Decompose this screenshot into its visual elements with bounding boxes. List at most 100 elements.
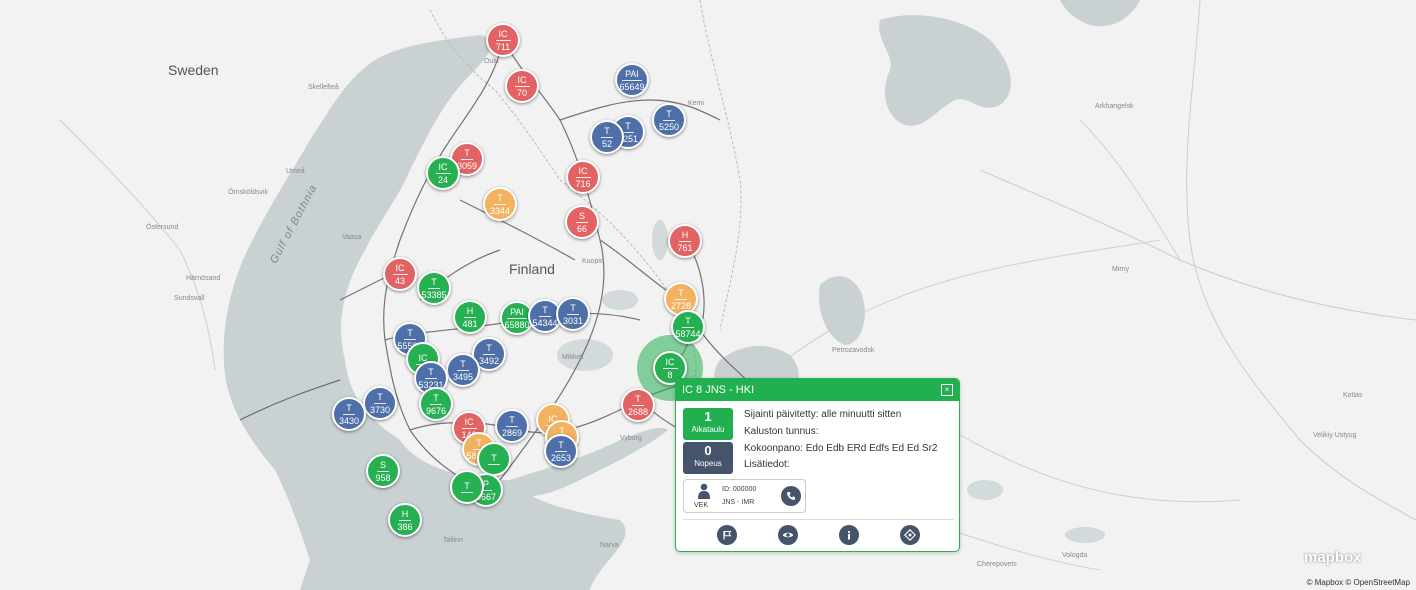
train-type: T [374,392,386,404]
train-marker[interactable]: H 761 [668,224,702,258]
phone-icon[interactable] [781,486,801,506]
crew-role: VEK [694,502,709,509]
train-type: T [506,415,518,427]
train-marker[interactable]: T 9676 [419,387,453,421]
train-number: 2653 [550,452,572,463]
train-number: 53385 [421,289,447,300]
train-number: 386 [397,521,413,532]
train-type: IC [392,263,408,275]
train-number: 711 [495,41,511,52]
train-type: S [575,211,588,223]
train-type: H [463,306,477,318]
train-marker[interactable]: IC 43 [383,257,417,291]
train-marker[interactable]: T 3430 [332,397,366,431]
train-marker[interactable]: H 386 [388,503,422,537]
train-number: 65649 [619,81,645,92]
train-marker[interactable]: S 958 [366,454,400,488]
train-number: 5250 [658,121,680,132]
city-label-ostersund: Östersund [146,224,179,231]
train-number: 3495 [452,371,474,382]
map-canvas[interactable]: Sweden Finland Gulf of Bothnia Oulu Skel… [0,0,1416,590]
map-attribution[interactable]: © Mapbox © OpenStreetMap [1307,578,1410,587]
train-marker[interactable]: IC 70 [505,69,539,103]
info-icon[interactable] [839,525,859,545]
train-marker[interactable]: S 66 [565,205,599,239]
schedule-value: 1 [704,409,712,424]
train-marker[interactable]: T [450,470,484,504]
country-label-finland: Finland [509,261,555,277]
train-type: T [461,148,473,160]
train-type: PAI [507,307,527,319]
train-type: IC [575,166,591,178]
train-marker[interactable]: T 3344 [483,187,517,221]
city-label-kotlas: Kotlas [1343,392,1363,399]
train-number: 58744 [675,328,701,339]
train-number: 3031 [562,315,584,326]
train-number: 9676 [425,405,447,416]
train-number: 2728 [670,300,692,311]
eye-icon[interactable] [778,525,798,545]
train-marker[interactable]: T [477,442,511,476]
train-number: 3059 [456,160,478,171]
train-number: 3492 [478,355,500,366]
train-number: 2688 [627,406,649,417]
city-label-tallinn: Tallinn [443,537,463,544]
train-number: 52 [601,138,612,149]
train-type: H [678,230,692,242]
train-marker[interactable]: T 2688 [621,388,655,422]
train-marker[interactable]: T 2869 [495,409,529,443]
speed-badge: 0 Nopeus [683,442,733,474]
train-marker[interactable]: IC 711 [486,23,520,57]
train-marker[interactable]: PAI 65649 [615,63,649,97]
city-label-vologda: Vologda [1062,552,1088,559]
flag-icon[interactable] [717,525,737,545]
train-type: IC [495,29,511,41]
train-type: T [567,303,579,315]
train-marker[interactable]: T 3495 [446,353,480,387]
train-type: IC [435,162,451,174]
train-marker[interactable]: IC 24 [426,156,460,190]
train-marker[interactable]: T 53385 [417,271,451,305]
mapbox-logo[interactable]: mapbox [1304,549,1362,566]
train-type: T [675,288,687,300]
close-icon[interactable]: × [941,384,953,396]
train-type: T [430,393,442,405]
crew-id: ID: 000000 [722,486,757,493]
city-label-vyborg: Vyborg [620,435,642,442]
train-number: 24 [437,174,448,185]
locate-icon[interactable] [900,525,920,545]
train-number: 2869 [501,427,523,438]
popup-title: IC 8 JNS - HKI [682,384,755,396]
train-type: T [488,453,500,465]
train-marker[interactable]: T 2653 [544,434,578,468]
train-type: H [398,509,412,521]
city-label-kemi: Kemi [688,100,704,107]
city-label-umea: Umeå [286,168,305,175]
train-marker[interactable]: H 481 [453,300,487,334]
train-marker[interactable]: T 5250 [652,103,686,137]
speed-label: Nopeus [694,459,722,468]
city-label-cherepovets: Cherepovets [977,561,1017,568]
train-marker[interactable]: T 3031 [556,297,590,331]
city-label-mirny: Mirny [1112,266,1130,273]
train-marker[interactable]: T 58744 [671,310,705,344]
schedule-badge: 1 Aikataulu [683,408,733,440]
train-type: IC [514,75,530,87]
train-marker[interactable]: T 52 [590,120,624,154]
train-type: S [376,460,389,472]
train-type: T [622,121,634,133]
train-marker[interactable]: T 3730 [363,386,397,420]
city-label-mikkeli: Mikkeli [562,354,584,361]
train-type: T [494,193,506,205]
train-type: T [428,277,440,289]
city-label-skelleftea: Skellefteå [308,84,339,91]
train-type: T [601,126,613,138]
train-marker[interactable]: IC 716 [566,160,600,194]
train-type: T [663,109,675,121]
city-label-harnosand: Härnösand [186,275,221,282]
train-number: 65880 [504,319,530,330]
train-number: 958 [375,472,391,483]
crew-card: VEK ID: 000000 JNS - IMR [683,479,806,513]
train-number: 3730 [369,404,391,415]
city-label-vaasa: Vaasa [342,234,362,241]
